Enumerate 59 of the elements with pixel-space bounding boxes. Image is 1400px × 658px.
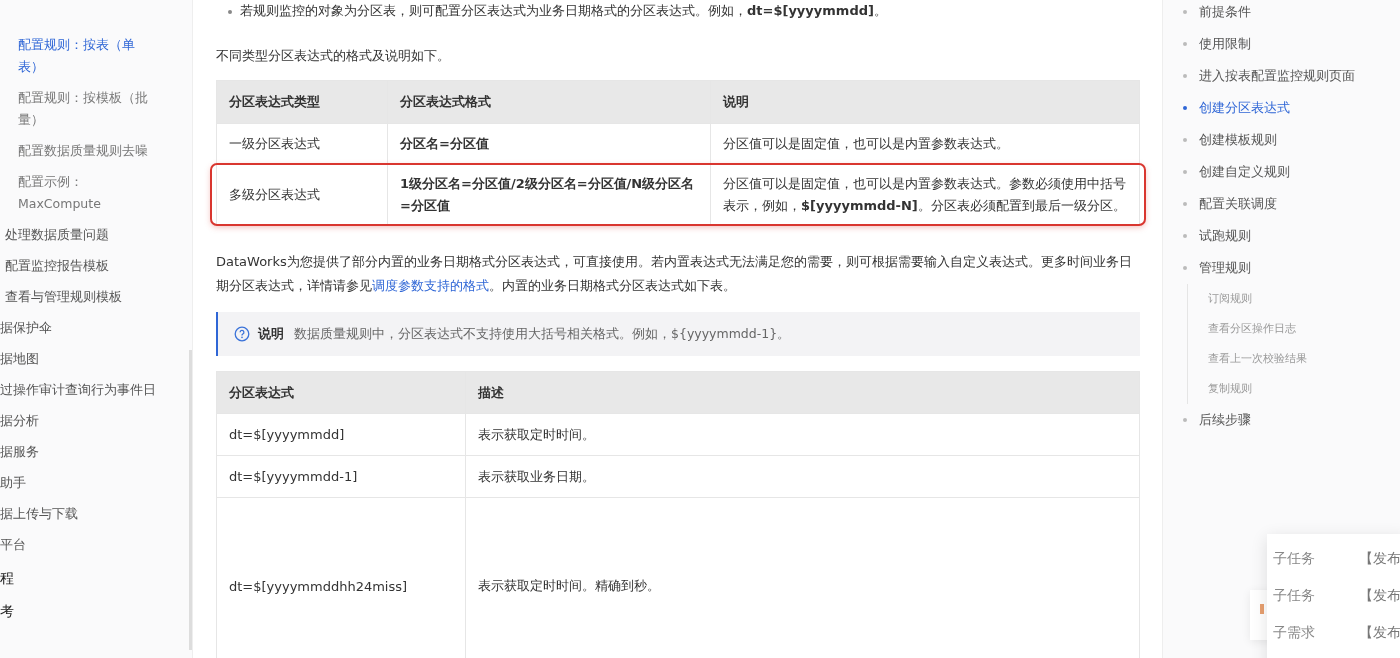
help-icon — [234, 326, 250, 342]
note-label: 说明 — [258, 325, 284, 343]
sidebar-item[interactable]: 据保护伞 — [0, 313, 170, 344]
sidebar-item[interactable]: 过操作审计查询行为事件日 — [0, 375, 170, 406]
sidebar-item[interactable]: 配置示例：MaxCompute — [0, 167, 170, 220]
toc-item[interactable]: 进入按表配置监控规则页面 — [1185, 60, 1400, 92]
sidebar-item[interactable]: 助手 — [0, 468, 170, 499]
sidebar-item[interactable]: 配置数据质量规则去噪 — [0, 136, 170, 167]
table-cell-text: 分区值可以是固定值，也可以是内置参数表达式。参数必须使用中括号表示，例如，$[yyyymmdd-N]。分区表必须配置到最后一级分区。 — [723, 175, 1127, 215]
table-cell-text: 表示获取定时时间。 — [477, 425, 596, 444]
item-type: 子需求 — [1273, 623, 1316, 642]
table-cell-text: 分区值可以是固定值，也可以是内置参数表达式。 — [723, 135, 1009, 153]
sidebar-item[interactable]: 程 — [0, 561, 170, 594]
item-status: 【发布 — [1359, 549, 1400, 568]
sidebar-item[interactable]: 据上传与下载 — [0, 499, 170, 530]
paragraph: DataWorks为您提供了部分内置的业务日期格式分区表达式，可直接使用。若内置表达式无法满足您的需要，则可根据需要输入自定义表达式。更多时间业务日期分区表达式，详情请参见调度参数支持的格式。内置的业务日期格式分区表达式如下表。 — [216, 253, 1133, 295]
sidebar-item[interactable]: 配置规则：按模板（批量） — [0, 83, 170, 136]
sidebar-item[interactable]: 配置监控报告模板 — [0, 251, 170, 282]
item-status: 【发布 — [1359, 623, 1400, 642]
column-header: 说明 — [721, 93, 750, 111]
bullet-icon — [228, 10, 232, 14]
table-cell: dt=$[yyyymmdd-1] — [217, 456, 466, 497]
note-text: 数据质量规则中，分区表达式不支持使用大括号相关格式。例如，${yyyymmdd-1}。 — [294, 325, 791, 343]
item-type: 子任务 — [1273, 586, 1316, 605]
table-cell-text: 多级分区表达式 — [229, 186, 320, 204]
sidebar-item[interactable]: 据服务 — [0, 437, 170, 468]
sidebar-item[interactable]: 考 — [0, 594, 170, 627]
table-cell-text: 一级分区表达式 — [229, 135, 320, 153]
tag-icon — [1260, 604, 1264, 614]
toc-item[interactable]: 前提条件 — [1185, 0, 1400, 28]
column-header: 分区表达式类型 — [217, 81, 388, 123]
item-status: 【发布 — [1359, 586, 1400, 605]
toc-item[interactable]: 配置关联调度 — [1185, 188, 1400, 220]
link[interactable]: 调度参数支持的格式 — [372, 278, 489, 293]
bullet-text: 若规则监控的对象为分区表，则可配置分区表达式为业务日期格式的分区表达式。例如，dt=$[yyyymmdd]。 — [240, 2, 887, 20]
toc-item[interactable]: 创建分区表达式 — [1185, 92, 1400, 124]
toc-item[interactable]: 试跑规则 — [1185, 220, 1400, 252]
toc-item[interactable]: 创建自定义规则 — [1185, 156, 1400, 188]
toc-item[interactable]: 使用限制 — [1185, 28, 1400, 60]
column-header: 分区表达式格式 — [388, 81, 711, 123]
table-cell: dt=$[yyyymmdd] — [217, 414, 466, 455]
column-header: 分区表达式 — [217, 372, 466, 413]
sidebar-item[interactable]: 配置规则：按表（单表） — [0, 30, 170, 83]
sidebar-item[interactable]: 据分析 — [0, 406, 170, 437]
table-cell-text: 1级分区名=分区值/2级分区名=分区值/N级分区名=分区值 — [400, 175, 696, 215]
table-cell-text: 表示获取业务日期。 — [477, 467, 596, 486]
toc-item[interactable]: 创建模板规则 — [1185, 124, 1400, 156]
table-cell-text: 表示获取定时时间。精确到秒。 — [477, 577, 661, 595]
sidebar-item[interactable]: 查看与管理规则模板 — [0, 282, 170, 313]
sidebar-item[interactable]: 处理数据质量问题 — [0, 220, 170, 251]
item-type: 子任务 — [1273, 549, 1316, 568]
sidebar-item[interactable]: 据地图 — [0, 344, 170, 375]
toc-item[interactable]: 管理规则 — [1185, 252, 1400, 284]
table-cell: dt=$[yyyymmddhh24miss] — [217, 498, 466, 658]
toc-item[interactable]: 后续步骤 — [1185, 404, 1400, 436]
column-header: 描述 — [477, 383, 505, 402]
sidebar-item[interactable]: 平台 — [0, 530, 170, 561]
table-cell-text: 分区名=分区值 — [400, 135, 489, 153]
intro-text: 不同类型分区表达式的格式及说明如下。 — [216, 47, 451, 65]
